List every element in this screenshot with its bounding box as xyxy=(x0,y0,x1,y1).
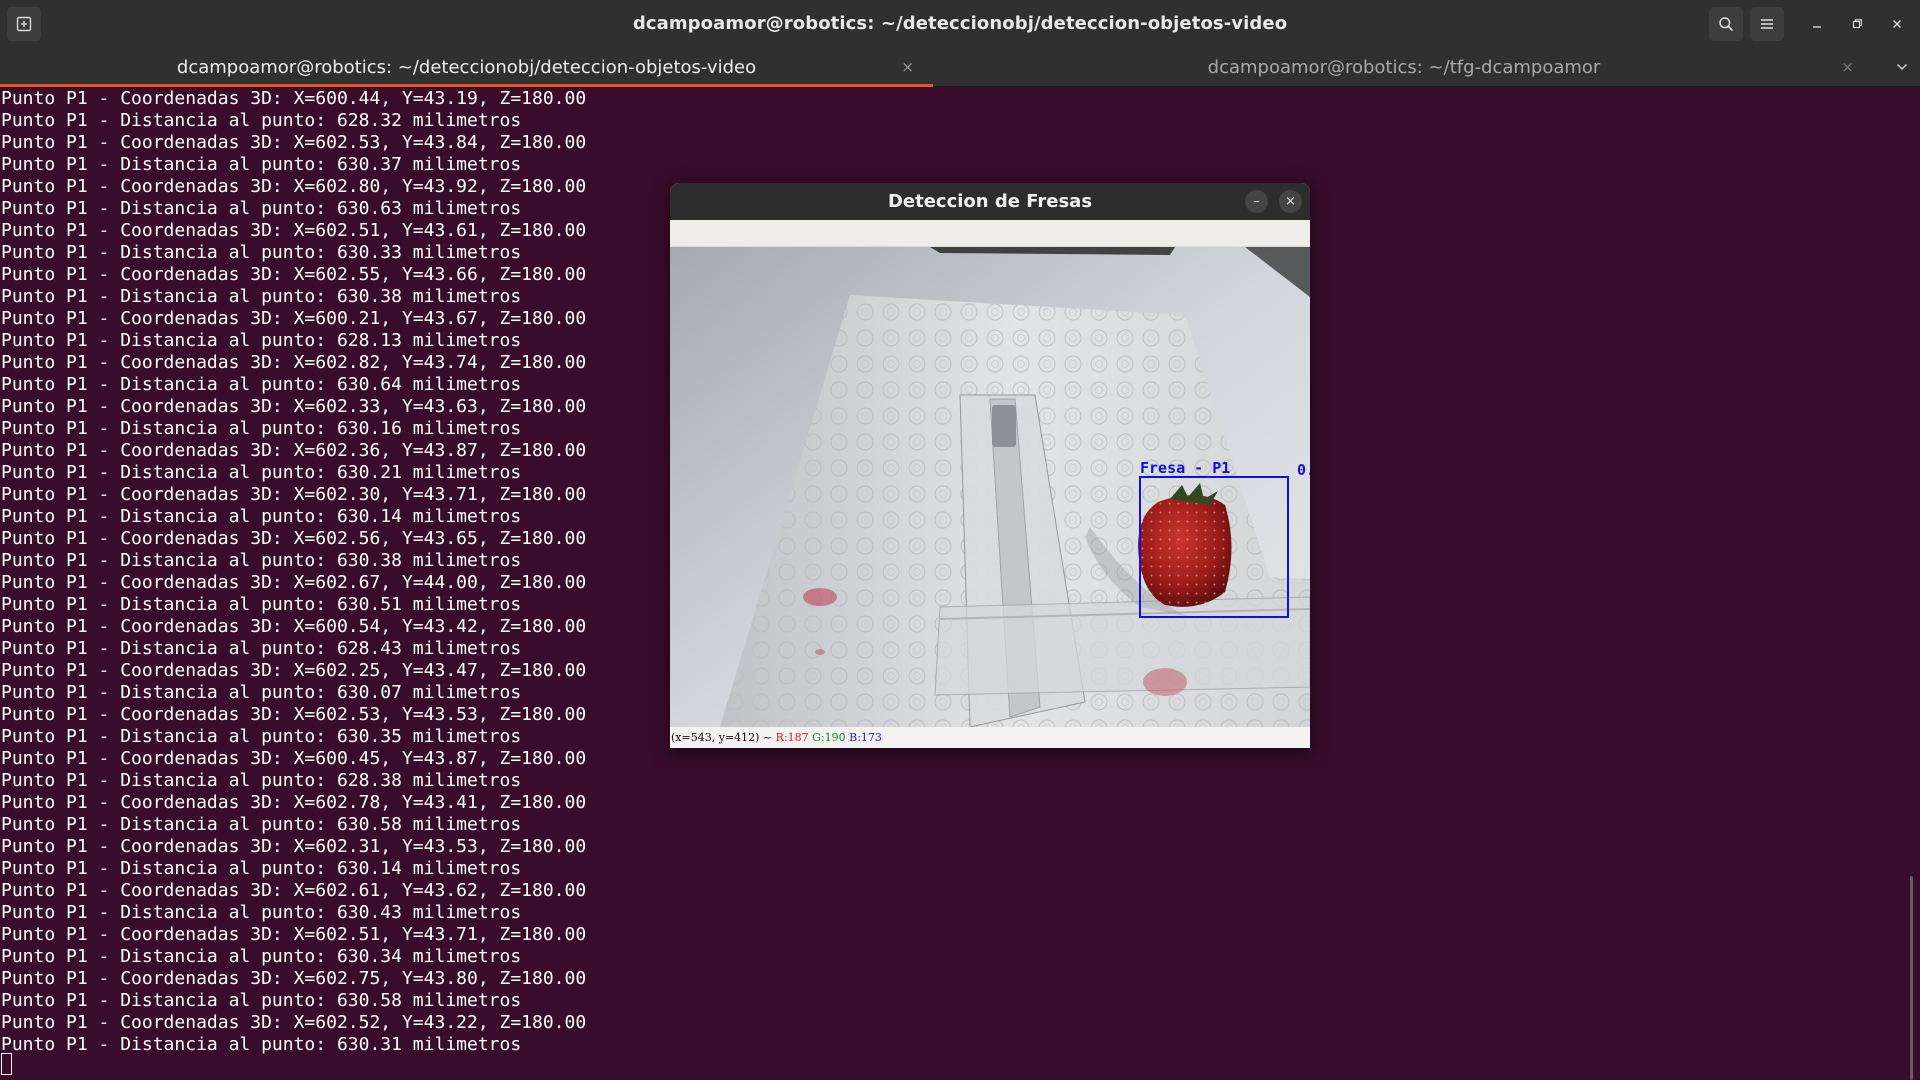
tabs-dropdown-button[interactable] xyxy=(1884,47,1920,87)
terminal-line: Punto P1 - Distancia al punto: 630.38 mi… xyxy=(1,550,522,571)
terminal-line: Punto P1 - Distancia al punto: 630.64 mi… xyxy=(1,374,522,395)
detection-window-title: Deteccion de Fresas xyxy=(887,191,1093,212)
terminal-line: Punto P1 - Distancia al punto: 630.58 mi… xyxy=(1,814,522,835)
terminal-line: Punto P1 - Coordenadas 3D: X=602.75, Y=4… xyxy=(1,968,587,989)
terminal-line: Punto P1 - Distancia al punto: 630.21 mi… xyxy=(1,462,522,483)
terminal-line: Punto P1 - Distancia al punto: 628.32 mi… xyxy=(1,110,522,131)
terminal-line: Punto P1 - Coordenadas 3D: X=602.25, Y=4… xyxy=(1,660,587,681)
strawberry-seeds xyxy=(1138,495,1232,607)
window-titlebar: dcampoamor@robotics: ~/deteccionobj/dete… xyxy=(0,0,1920,47)
terminal-line: Punto P1 - Coordenadas 3D: X=602.51, Y=4… xyxy=(1,220,587,241)
terminal-cursor xyxy=(1,1053,12,1075)
terminal-line: Punto P1 - Distancia al punto: 630.37 mi… xyxy=(1,154,522,175)
terminal-line: Punto P1 - Coordenadas 3D: X=602.31, Y=4… xyxy=(1,836,587,857)
terminal-line: Punto P1 - Distancia al punto: 630.35 mi… xyxy=(1,726,522,747)
terminal-line: Punto P1 - Distancia al punto: 630.33 mi… xyxy=(1,242,522,263)
terminal-line: Punto P1 - Coordenadas 3D: X=602.52, Y=4… xyxy=(1,1012,587,1033)
tab-close-icon[interactable]: × xyxy=(901,58,914,76)
terminal-line: Punto P1 - Coordenadas 3D: X=602.53, Y=4… xyxy=(1,132,587,153)
terminal-line: Punto P1 - Distancia al punto: 630.63 mi… xyxy=(1,198,522,219)
detection-minimize-button[interactable]: – xyxy=(1245,190,1268,213)
terminal-line: Punto P1 - Coordenadas 3D: X=602.51, Y=4… xyxy=(1,924,587,945)
detection-window-titlebar[interactable]: Deteccion de Fresas – × xyxy=(670,183,1310,220)
hamburger-menu-icon xyxy=(1761,19,1773,29)
terminal-line: Punto P1 - Coordenadas 3D: X=602.36, Y=4… xyxy=(1,440,587,461)
terminal-line: Punto P1 - Distancia al punto: 630.07 mi… xyxy=(1,682,522,703)
menu-button[interactable] xyxy=(1750,7,1784,41)
terminal-line: Punto P1 - Distancia al punto: 628.38 mi… xyxy=(1,770,522,791)
terminal-line: Punto P1 - Coordenadas 3D: X=602.82, Y=4… xyxy=(1,352,587,373)
pixel-coords: (x=543, y=412) ~ xyxy=(671,731,776,744)
terminal-line: Punto P1 - Coordenadas 3D: X=602.55, Y=4… xyxy=(1,264,587,285)
terminal-line: Punto P1 - Distancia al punto: 628.43 mi… xyxy=(1,638,522,659)
stain xyxy=(803,588,837,606)
tab-deteccion-objetos-video[interactable]: dcampoamor@robotics: ~/deteccionobj/dete… xyxy=(0,47,933,87)
pixel-r-value: R:187 xyxy=(775,731,809,744)
terminal-line: Punto P1 - Coordenadas 3D: X=602.78, Y=4… xyxy=(1,792,587,813)
minimize-button[interactable] xyxy=(1800,7,1834,41)
maximize-icon xyxy=(1852,19,1862,29)
detection-close-button[interactable]: × xyxy=(1279,190,1302,213)
terminal-line: Punto P1 - Distancia al punto: 630.34 mi… xyxy=(1,946,522,967)
terminal-line: Punto P1 - Distancia al punto: 630.51 mi… xyxy=(1,594,522,615)
ruler-clip xyxy=(992,405,1016,447)
maximize-button[interactable] xyxy=(1840,7,1874,41)
minimize-icon xyxy=(1813,26,1821,28)
tab-close-icon[interactable]: × xyxy=(1841,58,1854,76)
tab-bar: dcampoamor@robotics: ~/deteccionobj/dete… xyxy=(0,47,1920,87)
chevron-down-icon xyxy=(1896,63,1908,71)
new-tab-button[interactable] xyxy=(7,7,41,41)
terminal-line: Punto P1 - Coordenadas 3D: X=600.21, Y=4… xyxy=(1,308,587,329)
detection-label: Fresa - P1 xyxy=(1140,459,1230,477)
ruler-horizontal xyxy=(934,596,1310,696)
close-button[interactable] xyxy=(1880,7,1914,41)
search-icon xyxy=(1719,17,1734,32)
terminal-line: Punto P1 - Coordenadas 3D: X=602.33, Y=4… xyxy=(1,396,587,417)
terminal-lines: Punto P1 - Coordenadas 3D: X=600.44, Y=4… xyxy=(1,88,586,1056)
terminal-line: Punto P1 - Coordenadas 3D: X=600.44, Y=4… xyxy=(1,88,587,109)
pixel-b-value: B:173 xyxy=(849,731,882,744)
terminal-line: Punto P1 - Distancia al punto: 630.38 mi… xyxy=(1,286,522,307)
search-button[interactable] xyxy=(1709,7,1743,41)
terminal-line: Punto P1 - Coordenadas 3D: X=602.61, Y=4… xyxy=(1,880,587,901)
terminal-line: Punto P1 - Coordenadas 3D: X=600.45, Y=4… xyxy=(1,748,587,769)
terminal-scrollbar[interactable] xyxy=(1910,876,1913,1080)
window-title: dcampoamor@robotics: ~/deteccionobj/dete… xyxy=(632,13,1288,34)
tab-label: dcampoamor@robotics: ~/deteccionobj/dete… xyxy=(176,56,757,78)
camera-frame[interactable]: Fresa - P1 0. xyxy=(670,247,1310,727)
terminal-line: Punto P1 - Distancia al punto: 630.31 mi… xyxy=(1,1034,522,1055)
close-icon xyxy=(1893,20,1901,28)
terminal-line: Punto P1 - Distancia al punto: 628.13 mi… xyxy=(1,330,522,351)
tab-label: dcampoamor@robotics: ~/tfg-dcampoamor xyxy=(1207,56,1601,78)
terminal-line: Punto P1 - Coordenadas 3D: X=602.53, Y=4… xyxy=(1,704,587,725)
new-tab-icon xyxy=(16,16,32,32)
pixel-g-value: G:190 xyxy=(812,731,846,744)
pixel-info-status: (x=543, y=412) ~ R:187 G:190 B:173 xyxy=(670,727,1310,748)
stain xyxy=(1143,668,1187,696)
terminal-line: Punto P1 - Distancia al punto: 630.14 mi… xyxy=(1,506,522,527)
detection-window-toolbar xyxy=(670,220,1310,247)
terminal-line: Punto P1 - Coordenadas 3D: X=602.67, Y=4… xyxy=(1,572,587,593)
terminal-line: Punto P1 - Distancia al punto: 630.43 mi… xyxy=(1,902,522,923)
terminal-line: Punto P1 - Coordenadas 3D: X=602.80, Y=4… xyxy=(1,176,587,197)
terminal-line: Punto P1 - Coordenadas 3D: X=602.56, Y=4… xyxy=(1,528,587,549)
terminal-line: Punto P1 - Distancia al punto: 630.16 mi… xyxy=(1,418,522,439)
terminal-line: Punto P1 - Coordenadas 3D: X=602.30, Y=4… xyxy=(1,484,587,505)
detection-confidence: 0. xyxy=(1297,461,1310,479)
detection-window: Deteccion de Fresas – × Fresa - P1 0 (x=… xyxy=(670,183,1310,748)
stain xyxy=(815,649,825,655)
terminal-line: Punto P1 - Distancia al punto: 630.58 mi… xyxy=(1,990,522,1011)
terminal-line: Punto P1 - Distancia al punto: 630.14 mi… xyxy=(1,858,522,879)
tab-tfg-dcampoamor[interactable]: dcampoamor@robotics: ~/tfg-dcampoamor × xyxy=(936,47,1872,87)
terminal-line: Punto P1 - Coordenadas 3D: X=600.54, Y=4… xyxy=(1,616,587,637)
